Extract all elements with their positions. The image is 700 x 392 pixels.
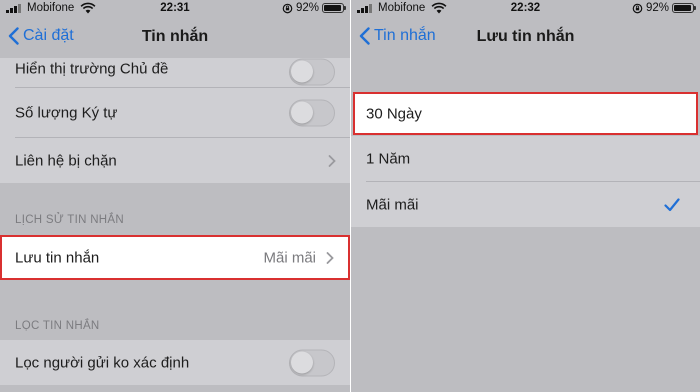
battery-percent: 92% (645, 2, 669, 14)
row-label: Lọc người gửi ko xác định (15, 354, 190, 371)
nav-bar: Tin nhắn Lưu tin nhắn (351, 18, 700, 58)
nav-bar: Cài đặt Tin nhắn (0, 18, 350, 58)
option-forever[interactable]: Mãi mãi (351, 182, 700, 227)
status-bar: Mobifone 22:31 92% (0, 0, 350, 18)
battery-percent: 92% (295, 2, 319, 14)
option-30-days[interactable]: 30 Ngày (353, 92, 698, 135)
rotation-lock-icon (632, 3, 643, 13)
show-subject-field-row: Hiển thị trường Chủ đề (0, 58, 350, 88)
message-history-header: LỊCH SỬ TIN NHẮN (15, 214, 124, 226)
battery-icon (672, 3, 696, 13)
battery-icon (322, 3, 346, 13)
chevron-right-icon (328, 154, 336, 167)
blocked-contacts-row[interactable]: Liên hệ bị chặn (0, 138, 350, 183)
filter-unknown-senders-toggle[interactable] (289, 349, 335, 376)
character-count-row: Số lượng Ký tự (0, 88, 350, 138)
rotation-lock-icon (282, 3, 293, 13)
keep-messages-screen: Mobifone 22:32 92% Tin nhắn Lưu tin nhắn… (351, 0, 700, 392)
checkmark-icon (664, 197, 680, 211)
option-1-year[interactable]: 1 Năm (351, 136, 700, 182)
option-label: 30 Ngày (366, 105, 422, 122)
row-label: Hiển thị trường Chủ đề (15, 60, 169, 78)
keep-messages-row[interactable]: Lưu tin nhắn Mãi mãi (0, 235, 350, 280)
row-label: Liên hệ bị chặn (15, 152, 117, 169)
page-title: Lưu tin nhắn (476, 28, 575, 45)
show-subject-field-toggle[interactable] (289, 58, 335, 86)
character-count-toggle[interactable] (289, 99, 335, 127)
row-label: Số lượng Ký tự (15, 104, 118, 122)
option-label: Mãi mãi (366, 196, 419, 213)
option-label: 1 Năm (366, 150, 411, 168)
keep-messages-value: Mãi mãi (263, 249, 316, 266)
row-label: Lưu tin nhắn (15, 249, 100, 266)
status-bar: Mobifone 22:32 92% (351, 0, 700, 18)
page-title: Tin nhắn (141, 28, 209, 45)
messages-settings-screen: Mobifone 22:31 92% Cài đặt Tin nhắn Hiển… (0, 0, 350, 392)
chevron-right-icon (326, 251, 334, 264)
message-filtering-header: LỌC TIN NHẮN (15, 320, 100, 332)
filter-unknown-senders-row: Lọc người gửi ko xác định (0, 340, 350, 385)
